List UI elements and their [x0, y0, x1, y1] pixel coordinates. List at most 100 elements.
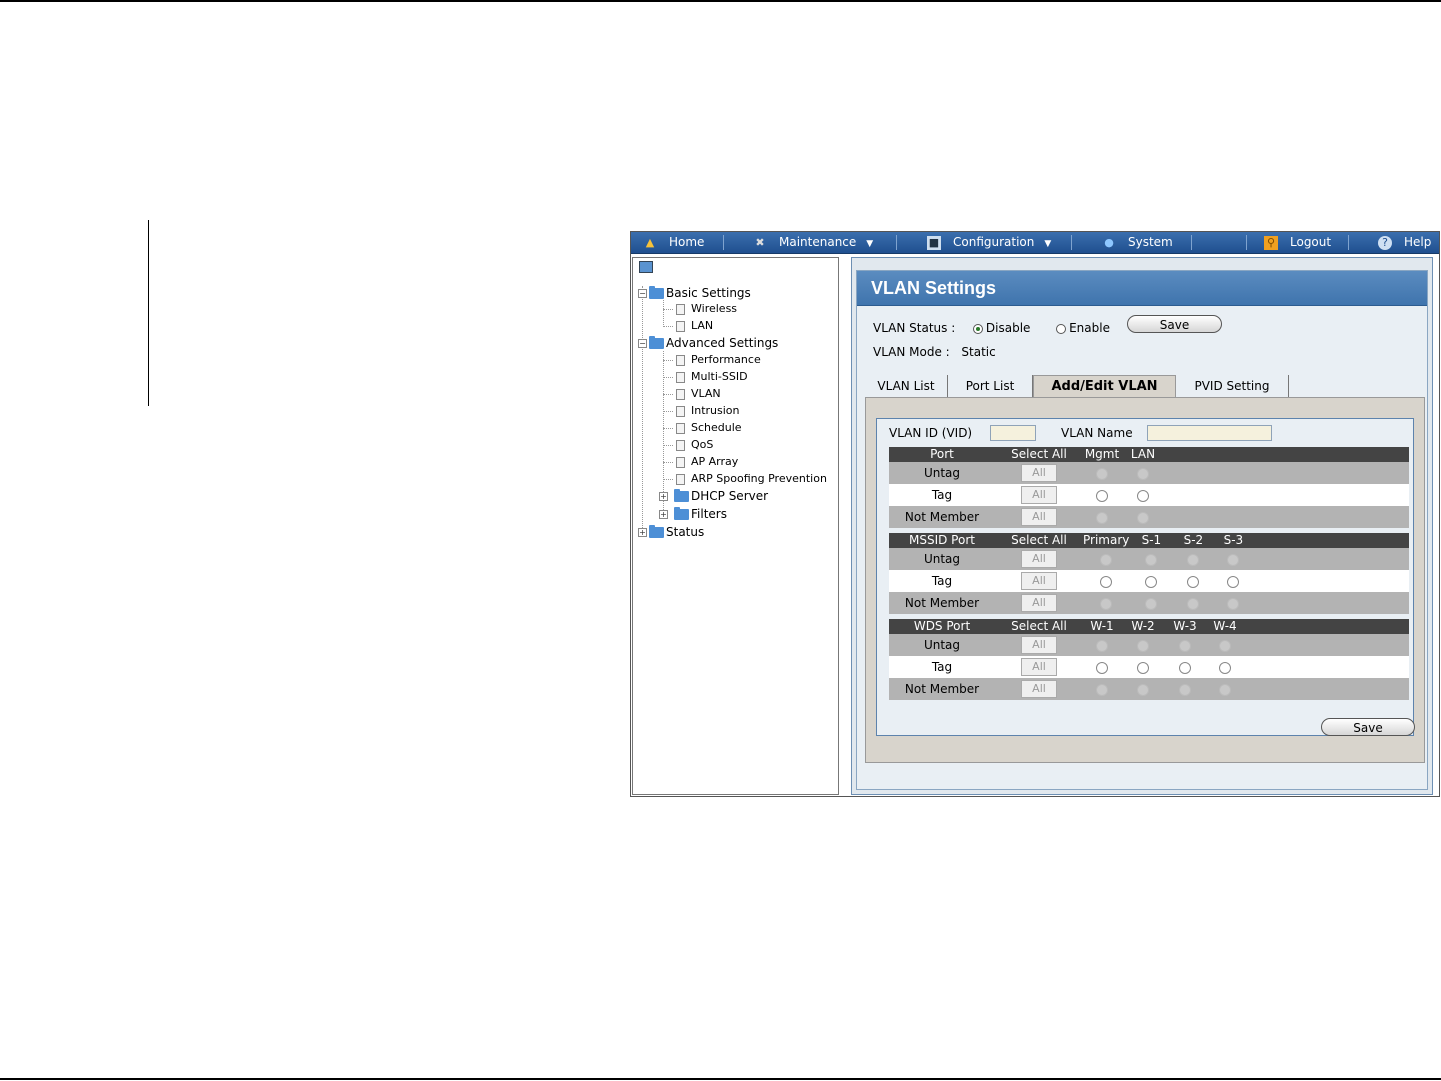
select-all-button[interactable]: All [1021, 486, 1057, 504]
radio-button[interactable] [1179, 639, 1191, 652]
select-all-button[interactable]: All [1021, 572, 1057, 590]
expand-icon[interactable]: + [638, 528, 647, 537]
nav-logout[interactable]: ⚲ Logout [1264, 232, 1331, 253]
nav-system[interactable]: ● System [1102, 232, 1173, 253]
radio-button[interactable] [1187, 575, 1200, 588]
select-all-button[interactable]: All [1021, 464, 1057, 482]
radio-button[interactable] [1137, 467, 1149, 480]
vlan-status-enable-radio[interactable] [1056, 323, 1067, 334]
select-all-button[interactable]: All [1021, 550, 1057, 568]
select-all-header: Select All [995, 447, 1083, 462]
nav-separator [1071, 235, 1072, 250]
nav-configuration[interactable]: ■ Configuration ▼ [927, 232, 1051, 253]
radio-button[interactable] [1227, 597, 1240, 610]
chevron-down-icon: ▼ [866, 239, 874, 249]
radio-button[interactable] [1179, 661, 1191, 674]
radio-button[interactable] [1137, 683, 1149, 696]
row-label: Tag [889, 656, 995, 678]
radio-button[interactable] [1179, 683, 1191, 696]
radio-button[interactable] [1100, 597, 1113, 610]
tree-item-vlan[interactable]: VLAN [663, 386, 721, 402]
page-icon [676, 371, 685, 383]
tree-item-qos[interactable]: QoS [663, 437, 713, 453]
mssid-port-header: MSSID Port [889, 533, 995, 548]
tree-item-advanced-settings[interactable]: − Advanced Settings [638, 335, 778, 351]
radio-button[interactable] [1145, 597, 1158, 610]
radio-button[interactable] [1227, 553, 1240, 566]
radio-button[interactable] [1100, 575, 1113, 588]
radio-button[interactable] [1219, 661, 1231, 674]
tree-item-multi-ssid[interactable]: Multi-SSID [663, 369, 748, 385]
tab-port-list[interactable]: Port List [948, 375, 1033, 397]
vlan-id-input[interactable] [990, 425, 1036, 441]
table-row: Not Member All [889, 592, 1409, 614]
radio-button[interactable] [1096, 683, 1108, 696]
radio-button[interactable] [1096, 661, 1108, 674]
tab-pvid-setting[interactable]: PVID Setting [1176, 375, 1289, 397]
nav-help[interactable]: ? Help [1378, 232, 1431, 253]
radio-button[interactable] [1219, 683, 1231, 696]
tree-item-performance[interactable]: Performance [663, 352, 761, 368]
radio-button[interactable] [1145, 575, 1158, 588]
tab-vlan-list[interactable]: VLAN List [865, 375, 948, 397]
folder-icon [649, 525, 664, 538]
tree-branch [663, 360, 673, 361]
tree-item-filters[interactable]: + Filters [659, 506, 727, 522]
margin-vertical-line [148, 220, 149, 406]
form-save-button[interactable]: Save [1321, 718, 1415, 736]
radio-button[interactable] [1145, 553, 1158, 566]
top-nav: ▲ Home ✖ Maintenance ▼ ■ Configuration ▼ ● Sys… [631, 232, 1439, 254]
radio-button[interactable] [1137, 511, 1149, 524]
nav-separator [723, 235, 724, 250]
vlan-status-disable-radio[interactable] [972, 323, 983, 334]
row-label: Not Member [889, 506, 995, 528]
tree-item-wireless[interactable]: Wireless [663, 301, 737, 317]
vlan-name-input[interactable] [1147, 425, 1272, 441]
radio-button[interactable] [1096, 639, 1108, 652]
page-icon [676, 422, 685, 434]
nav-maintenance[interactable]: ✖ Maintenance ▼ [753, 232, 873, 253]
tree-branch [663, 394, 673, 395]
radio-button[interactable] [1096, 467, 1108, 480]
expand-icon[interactable]: + [659, 492, 668, 501]
radio-button[interactable] [1100, 553, 1113, 566]
radio-button[interactable] [1187, 553, 1200, 566]
radio-button[interactable] [1227, 575, 1240, 588]
select-all-button[interactable]: All [1021, 636, 1057, 654]
collapse-icon[interactable]: − [638, 339, 647, 348]
tree-item-basic-settings[interactable]: − Basic Settings [638, 285, 751, 301]
radio-button[interactable] [1096, 489, 1108, 502]
tree-branch [663, 309, 673, 310]
port-table: Port Select All Mgmt LAN Untag All Tag A… [889, 447, 1409, 528]
select-all-button[interactable]: All [1021, 508, 1057, 526]
collapse-icon[interactable]: − [638, 289, 647, 298]
expand-icon[interactable]: + [659, 510, 668, 519]
tree-item-status[interactable]: + Status [638, 524, 704, 540]
select-all-button[interactable]: All [1021, 680, 1057, 698]
folder-icon [649, 336, 664, 349]
tab-add-edit-vlan[interactable]: Add/Edit VLAN [1033, 375, 1176, 397]
home-icon: ▲ [645, 235, 655, 249]
select-all-button[interactable]: All [1021, 594, 1057, 612]
tree-item-arp-spoofing-prevention[interactable]: ARP Spoofing Prevention [663, 471, 827, 487]
select-all-button[interactable]: All [1021, 658, 1057, 676]
tree-item-intrusion[interactable]: Intrusion [663, 403, 740, 419]
radio-button[interactable] [1096, 511, 1108, 524]
radio-button[interactable] [1137, 639, 1149, 652]
folder-icon [649, 286, 664, 299]
tree-branch [663, 445, 673, 446]
radio-button[interactable] [1137, 661, 1149, 674]
radio-button[interactable] [1219, 639, 1231, 652]
table-row: Not Member All [889, 506, 1409, 528]
tree-item-schedule[interactable]: Schedule [663, 420, 742, 436]
row-label: Tag [889, 484, 995, 506]
top-save-button[interactable]: Save [1127, 315, 1222, 333]
tree-item-lan[interactable]: LAN [663, 318, 713, 334]
main-panel: VLAN Settings VLAN Status : Disable Enab… [851, 257, 1433, 795]
s3-header: S-3 [1213, 533, 1254, 548]
radio-button[interactable] [1187, 597, 1200, 610]
radio-button[interactable] [1137, 489, 1149, 502]
tree-item-ap-array[interactable]: AP Array [663, 454, 738, 470]
nav-home[interactable]: ▲ Home [643, 232, 705, 253]
tree-item-dhcp-server[interactable]: + DHCP Server [659, 488, 768, 504]
